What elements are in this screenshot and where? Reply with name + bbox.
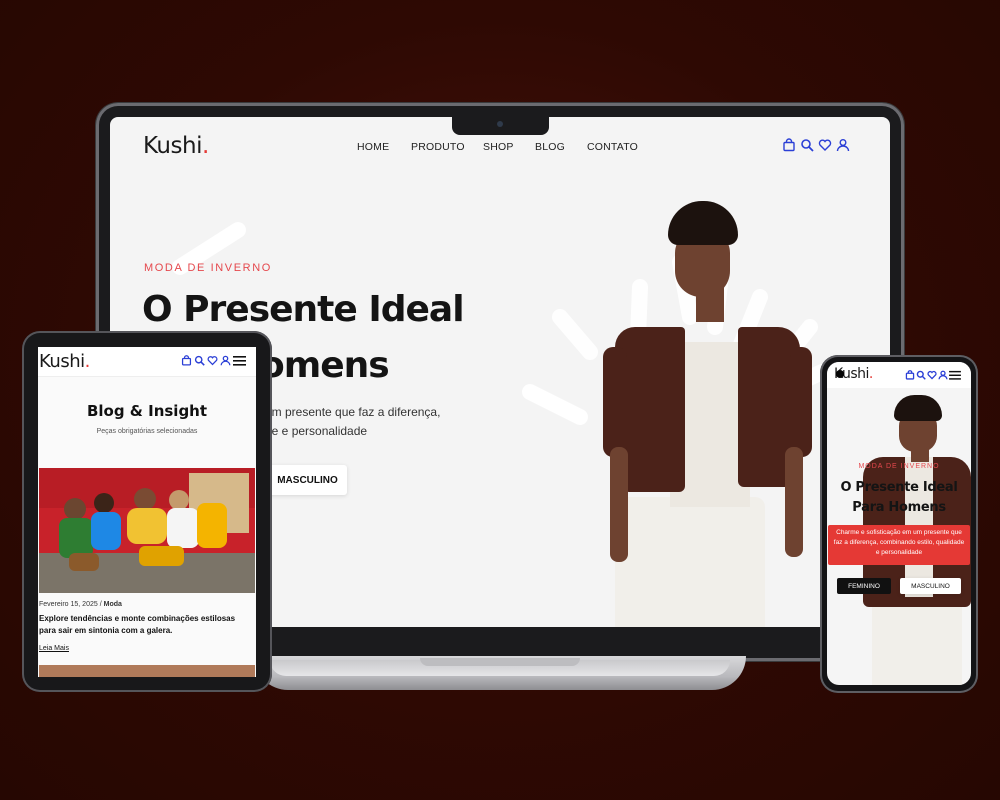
search-icon[interactable] bbox=[916, 370, 926, 380]
menu-icon[interactable] bbox=[233, 355, 246, 366]
masculino-button-label: MASCULINO bbox=[277, 474, 338, 486]
hero-label: MODA DE INVERNO bbox=[144, 262, 272, 274]
phone-hero-title-line2: Para Homens bbox=[852, 500, 946, 515]
user-icon[interactable] bbox=[220, 355, 231, 366]
phone-hero-text: Charme e sofisticação em um presente que… bbox=[828, 525, 970, 565]
hero-title-line1: O Presente Ideal bbox=[142, 289, 465, 330]
bag-icon[interactable] bbox=[181, 355, 192, 366]
feminino-button-label: FEMININO bbox=[848, 582, 880, 590]
post-date: Fevereiro 15, 2025 bbox=[39, 601, 98, 608]
hero-text-line2: de e personalidade bbox=[265, 424, 368, 438]
feminino-button[interactable]: FEMININO bbox=[837, 578, 891, 594]
phone-hero-title-line1: O Presente Ideal bbox=[840, 480, 958, 495]
phone-camera-icon bbox=[836, 370, 844, 378]
bag-icon[interactable] bbox=[905, 370, 915, 380]
read-more-link[interactable]: Leia Mais bbox=[39, 645, 69, 652]
logo-dot: . bbox=[84, 351, 91, 372]
heart-icon[interactable] bbox=[207, 355, 218, 366]
user-icon[interactable] bbox=[938, 370, 948, 380]
phone-header-icons bbox=[905, 370, 961, 380]
menu-icon[interactable] bbox=[949, 370, 961, 380]
blog-title: Blog & Insight bbox=[86, 402, 208, 420]
logo-dot: . bbox=[868, 366, 873, 382]
heart-icon[interactable] bbox=[927, 370, 937, 380]
post-headline[interactable]: Explore tendências e monte combinações e… bbox=[39, 613, 251, 637]
tablet-logo[interactable]: Kushi. bbox=[39, 351, 90, 372]
phone-hero-label: MODA DE INVERNO bbox=[858, 463, 940, 470]
tablet-header-icons bbox=[181, 355, 246, 366]
blog-post-image[interactable] bbox=[39, 468, 255, 593]
phone-masculino-button-label: MASCULINO bbox=[911, 582, 950, 590]
blog-subtitle: Peças obrigatórias selecionadas bbox=[96, 428, 198, 435]
camera-icon bbox=[497, 121, 503, 127]
laptop-lip bbox=[420, 658, 580, 666]
post-category[interactable]: Moda bbox=[104, 601, 122, 608]
phone-masculino-button[interactable]: MASCULINO bbox=[900, 578, 961, 594]
phone-screen: Kushi. MODA DE INVERNO O Presente Ideal … bbox=[827, 362, 971, 685]
hero-title-line2: omens bbox=[260, 345, 390, 386]
search-icon[interactable] bbox=[194, 355, 205, 366]
logo-text: Kushi bbox=[39, 351, 85, 372]
tablet-screen: Kushi. Blog & Insight Peças obrigatórias… bbox=[38, 347, 256, 677]
post-meta: Fevereiro 15, 2025 / Moda bbox=[39, 601, 122, 608]
masculino-button[interactable]: MASCULINO bbox=[260, 465, 347, 495]
next-post-image bbox=[39, 665, 255, 677]
hero-text-line1: um presente que faz a diferença, bbox=[265, 405, 441, 419]
